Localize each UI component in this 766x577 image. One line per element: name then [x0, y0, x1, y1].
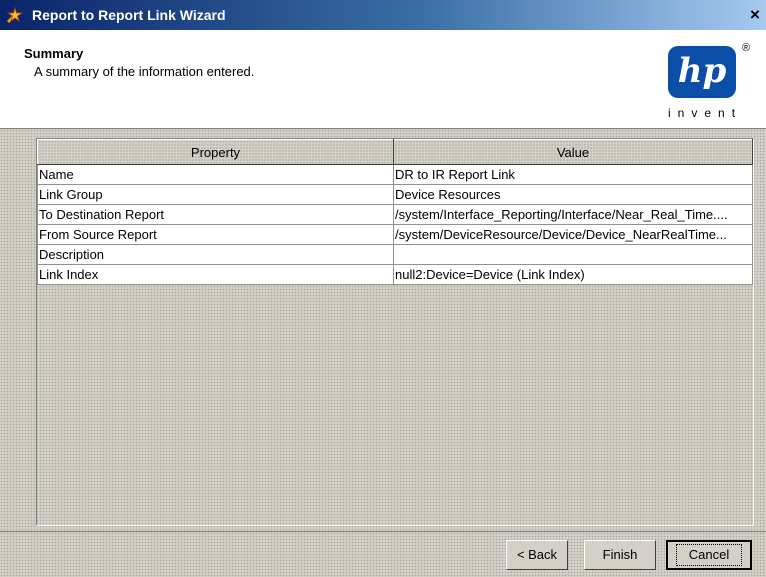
logo-tagline: invent	[668, 106, 743, 120]
registered-mark: ®	[742, 42, 751, 54]
value-cell[interactable]: null2:Device=Device (Link Index)	[393, 264, 753, 285]
cancel-button-label: Cancel	[675, 544, 743, 566]
table-row[interactable]: Link Group Device Resources	[37, 184, 753, 205]
table-row[interactable]: Name DR to IR Report Link	[37, 164, 753, 185]
button-bar: < Back Finish Cancel	[0, 531, 766, 577]
table-row[interactable]: From Source Report /system/DeviceResourc…	[37, 224, 753, 245]
hp-logo-mark: hp	[668, 46, 736, 98]
summary-table-panel: Property Value Name DR to IR Report Link…	[36, 138, 754, 526]
table-row[interactable]: Description	[37, 244, 753, 265]
property-cell[interactable]: Link Index	[37, 264, 394, 285]
value-cell[interactable]: /system/DeviceResource/Device/Device_Nea…	[393, 224, 753, 245]
property-cell[interactable]: Description	[37, 244, 394, 265]
page-title: Summary	[24, 46, 84, 61]
summary-table: Property Value Name DR to IR Report Link…	[37, 139, 753, 285]
wizard-window: Report to Report Link Wizard × Summary A…	[0, 0, 766, 577]
table-header-row: Property Value	[37, 139, 753, 165]
property-cell[interactable]: To Destination Report	[37, 204, 394, 225]
value-cell[interactable]	[393, 244, 753, 265]
value-cell[interactable]: DR to IR Report Link	[393, 164, 753, 185]
value-cell[interactable]: /system/Interface_Reporting/Interface/Ne…	[393, 204, 753, 225]
back-button[interactable]: < Back	[506, 540, 568, 570]
hp-logo: hp ® invent	[668, 38, 756, 124]
property-cell[interactable]: From Source Report	[37, 224, 394, 245]
wizard-header: Summary A summary of the information ent…	[0, 30, 766, 129]
column-header-property[interactable]: Property	[37, 139, 394, 165]
page-subtitle: A summary of the information entered.	[34, 64, 255, 79]
table-row[interactable]: Link Index null2:Device=Device (Link Ind…	[37, 264, 753, 285]
wizard-app-icon	[6, 6, 24, 24]
finish-button[interactable]: Finish	[584, 540, 656, 570]
close-icon[interactable]: ×	[744, 5, 766, 25]
property-cell[interactable]: Link Group	[37, 184, 394, 205]
property-cell[interactable]: Name	[37, 164, 394, 185]
content-area: Property Value Name DR to IR Report Link…	[0, 129, 766, 531]
value-cell[interactable]: Device Resources	[393, 184, 753, 205]
title-bar[interactable]: Report to Report Link Wizard ×	[0, 0, 766, 30]
table-row[interactable]: To Destination Report /system/Interface_…	[37, 204, 753, 225]
column-header-value[interactable]: Value	[393, 139, 753, 165]
window-title: Report to Report Link Wizard	[32, 7, 226, 23]
cancel-button[interactable]: Cancel	[666, 540, 752, 570]
